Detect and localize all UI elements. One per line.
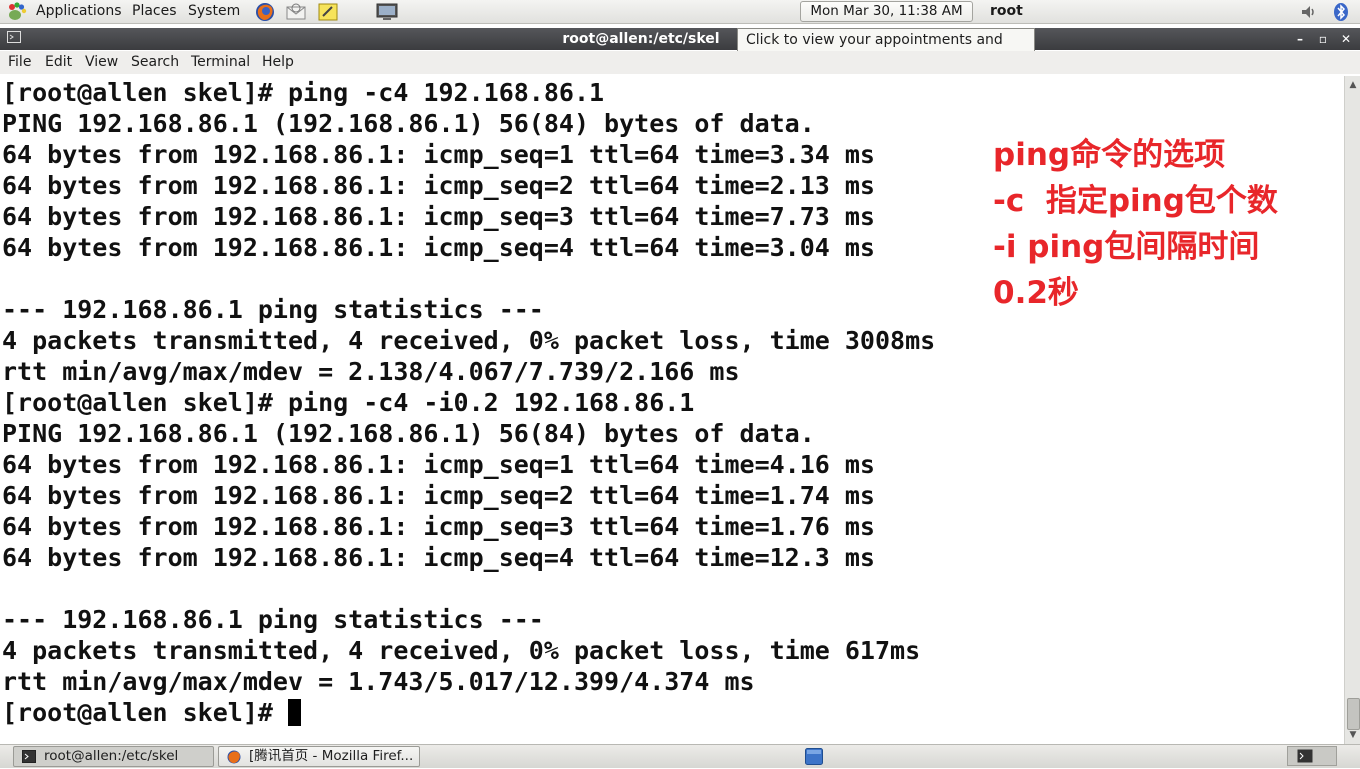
taskbar-item-label: [腾讯首页 - Mozilla Firef... [249, 748, 414, 764]
system-menu[interactable]: System [188, 0, 240, 23]
menu-view[interactable]: View [85, 54, 118, 70]
taskbar-item-firefox[interactable]: [腾讯首页 - Mozilla Firef... [218, 746, 420, 767]
menu-edit[interactable]: Edit [45, 54, 72, 70]
menu-file[interactable]: File [8, 54, 31, 70]
taskbar-item-label: root@allen:/etc/skel [44, 748, 179, 764]
bottom-taskbar: root@allen:/etc/skel [腾讯首页 - Mozilla Fir… [0, 744, 1360, 768]
terminal-icon [22, 750, 36, 763]
terminal-line: [root@allen skel]# ping -c4 192.168.86.1 [2, 78, 605, 107]
terminal-line: 4 packets transmitted, 4 received, 0% pa… [2, 326, 936, 355]
annotation-line: 0.2秒 [993, 275, 1079, 311]
annotation-line: -i ping包间隔时间 [993, 229, 1260, 265]
terminal-area[interactable]: [root@allen skel]# ping -c4 192.168.86.1… [0, 76, 1344, 744]
terminal-line: --- 192.168.86.1 ping statistics --- [2, 295, 544, 324]
terminal-line: 64 bytes from 192.168.86.1: icmp_seq=3 t… [2, 202, 875, 231]
terminal-line: 64 bytes from 192.168.86.1: icmp_seq=3 t… [2, 512, 875, 541]
annotation-overlay: ping命令的选项 -c 指定ping包个数 -i ping包间隔时间 0.2秒 [993, 132, 1278, 316]
terminal-line: PING 192.168.86.1 (192.168.86.1) 56(84) … [2, 419, 815, 448]
terminal-line: PING 192.168.86.1 (192.168.86.1) 56(84) … [2, 109, 815, 138]
terminal-line: [root@allen skel]# ping -c4 -i0.2 192.16… [2, 388, 695, 417]
terminal-line: 64 bytes from 192.168.86.1: icmp_seq=2 t… [2, 481, 875, 510]
calendar-tooltip: Click to view your appointments and task… [737, 28, 1035, 70]
terminal-line: 4 packets transmitted, 4 received, 0% pa… [2, 636, 921, 665]
user-label[interactable]: root [990, 0, 1023, 22]
volume-icon[interactable] [1298, 1, 1320, 22]
terminal-line: 64 bytes from 192.168.86.1: icmp_seq=2 t… [2, 171, 875, 200]
firefox-icon[interactable] [254, 1, 276, 22]
scroll-down-icon[interactable]: ▼ [1346, 728, 1360, 742]
annotation-line: ping命令的选项 [993, 137, 1226, 173]
annotation-line: -c 指定ping包个数 [993, 183, 1278, 219]
terminal-prompt-line[interactable]: [root@allen skel]# [2, 697, 935, 728]
terminal-line: 64 bytes from 192.168.86.1: icmp_seq=4 t… [2, 543, 875, 572]
applications-menu[interactable]: Applications [36, 0, 122, 23]
workspace-switcher[interactable] [1287, 746, 1337, 766]
terminal-output: [root@allen skel]# ping -c4 192.168.86.1… [2, 77, 935, 728]
menu-terminal[interactable]: Terminal [191, 54, 250, 70]
terminal-line: rtt min/avg/max/mdev = 1.743/5.017/12.39… [2, 667, 755, 696]
terminal-prompt: [root@allen skel]# [2, 698, 288, 727]
terminal-line: rtt min/avg/max/mdev = 2.138/4.067/7.739… [2, 357, 740, 386]
window-title: root@allen:/etc/skel [562, 31, 720, 47]
menu-search[interactable]: Search [131, 54, 179, 70]
terminal-line: --- 192.168.86.1 ping statistics --- [2, 605, 544, 634]
taskbar-item-terminal[interactable]: root@allen:/etc/skel [13, 746, 214, 767]
workspace-icon[interactable] [805, 748, 823, 769]
window-title-bar[interactable]: root@allen:/etc/skel – ▫ ✕ [0, 28, 1360, 50]
top-panel: Applications Places System Mon Mar 30, 1… [0, 0, 1360, 24]
bluetooth-icon[interactable] [1330, 1, 1352, 22]
mail-icon[interactable] [285, 1, 307, 22]
notes-icon[interactable] [317, 1, 339, 22]
firefox-icon [227, 750, 241, 764]
minimize-icon[interactable]: – [1292, 31, 1308, 47]
clock-button[interactable]: Mon Mar 30, 11:38 AM [800, 1, 973, 22]
text-cursor [287, 699, 301, 726]
terminal-line: 64 bytes from 192.168.86.1: icmp_seq=1 t… [2, 450, 875, 479]
monitor-icon[interactable] [376, 1, 398, 22]
terminal-menubar: File Edit View Search Terminal Help [0, 51, 1360, 74]
terminal-line: 64 bytes from 192.168.86.1: icmp_seq=4 t… [2, 233, 875, 262]
menu-help[interactable]: Help [262, 54, 294, 70]
maximize-icon[interactable]: ▫ [1315, 31, 1331, 47]
scroll-thumb[interactable] [1347, 698, 1360, 730]
scroll-up-icon[interactable]: ▲ [1346, 78, 1360, 92]
places-menu[interactable]: Places [132, 0, 177, 23]
terminal-line: 64 bytes from 192.168.86.1: icmp_seq=1 t… [2, 140, 875, 169]
vertical-scrollbar[interactable]: ▲ ▼ [1344, 76, 1360, 744]
gnome-foot-icon[interactable] [6, 2, 28, 22]
close-icon[interactable]: ✕ [1338, 31, 1354, 47]
